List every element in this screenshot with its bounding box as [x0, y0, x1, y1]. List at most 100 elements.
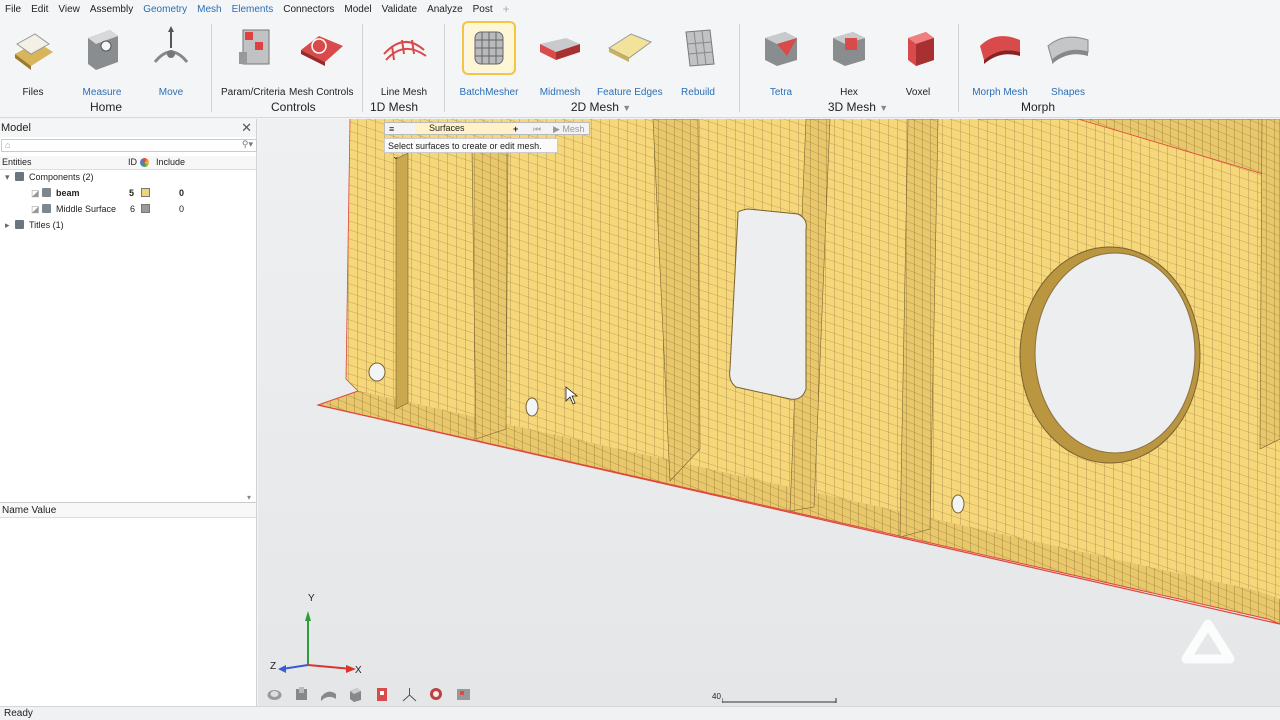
add-tab-icon[interactable]: +: [503, 2, 510, 16]
visibility-icon[interactable]: ◪: [31, 188, 40, 199]
add-icon[interactable]: +: [513, 124, 518, 134]
menu-model[interactable]: Model: [344, 4, 371, 15]
move-icon: [153, 26, 189, 63]
skip-back-icon[interactable]: ⏮: [533, 124, 541, 135]
group-separator: [958, 24, 959, 112]
voxel-tool[interactable]: Voxel: [886, 24, 950, 100]
morph-mesh-tool[interactable]: Morph Mesh: [968, 24, 1032, 100]
midmesh-tool[interactable]: Midmesh: [528, 24, 592, 100]
color-wheel-icon: [140, 158, 149, 167]
mesh-controls-icon: [301, 36, 343, 66]
search-input[interactable]: ⌂ ⚲▾: [1, 139, 257, 152]
menu-mesh[interactable]: Mesh: [197, 4, 221, 15]
zoom-view-icon[interactable]: [320, 686, 337, 703]
components-folder-icon: [15, 172, 24, 181]
ribbon: Files Measure Move Home Param/Criteria M…: [0, 18, 1280, 118]
menu-assembly[interactable]: Assembly: [90, 4, 133, 15]
visibility-icon[interactable]: ◪: [31, 204, 40, 215]
tree-item-middle-surface[interactable]: ◪ Middle Surface 6 0: [0, 202, 256, 217]
cube-view-icon[interactable]: [347, 686, 364, 703]
col-include[interactable]: Include: [156, 157, 185, 167]
color-swatch[interactable]: [141, 188, 150, 197]
voxel-icon: [908, 32, 934, 66]
mesh-controls-label: Mesh Controls: [289, 87, 354, 98]
tree-node-titles[interactable]: ▸ Titles (1): [0, 218, 256, 233]
mesh-step-label: Mesh: [562, 124, 585, 134]
close-icon[interactable]: ✕: [241, 120, 252, 136]
measure-tool[interactable]: Measure: [70, 24, 134, 100]
col-id[interactable]: ID: [128, 157, 137, 167]
graphics-viewport[interactable]: Y Z X: [258, 119, 1280, 706]
status-text: Ready: [4, 708, 33, 719]
tree-item-beam[interactable]: ◪ beam 5 0: [0, 186, 256, 201]
group-3d-mesh-label[interactable]: 3D Mesh ▼: [823, 100, 893, 114]
line-mesh-icon: [383, 39, 427, 61]
menu-file[interactable]: File: [5, 4, 21, 15]
component-icon: [42, 188, 51, 197]
batchmesher-icon: [462, 21, 516, 75]
menu-edit[interactable]: Edit: [31, 4, 48, 15]
shapes-tool[interactable]: Shapes: [1036, 24, 1100, 100]
pan-view-icon[interactable]: [293, 686, 310, 703]
search-icon[interactable]: ⚲▾: [242, 139, 253, 150]
section-view-icon[interactable]: [374, 686, 391, 703]
item-id: 6: [130, 204, 136, 214]
menu-post[interactable]: Post: [473, 4, 493, 15]
hint-text: Select surfaces to create or edit mesh.: [388, 141, 542, 151]
item-include: 0: [179, 188, 185, 198]
group-separator: [444, 24, 445, 112]
menu-geometry[interactable]: Geometry: [143, 4, 187, 15]
mesh-step[interactable]: ▶ Mesh: [553, 124, 584, 135]
rebuild-tool[interactable]: Rebuild: [666, 24, 730, 100]
color-swatch[interactable]: [141, 204, 150, 213]
menu-view[interactable]: View: [58, 4, 80, 15]
zoom-fit-icon[interactable]: [428, 686, 445, 703]
menu-icon[interactable]: ≡: [389, 124, 394, 134]
menu-elements[interactable]: Elements: [232, 4, 274, 15]
midmesh-label: Midmesh: [539, 87, 581, 98]
model-browser: Model ✕ ⌂ ⚲▾ Entities ID Include ▾ Compo…: [0, 119, 257, 706]
axis-z-label: Z: [270, 661, 277, 672]
group-morph-label: Morph: [1020, 100, 1055, 114]
hex-label: Hex: [840, 87, 858, 98]
group-separator: [362, 24, 363, 112]
tetra-tool[interactable]: Tetra: [749, 24, 813, 100]
menu-validate[interactable]: Validate: [382, 4, 417, 15]
param-criteria-tool[interactable]: Param/Criteria: [221, 24, 285, 100]
rotate-view-icon[interactable]: [266, 686, 283, 703]
menu-analyze[interactable]: Analyze: [427, 4, 463, 15]
chevron-down-icon[interactable]: ⌄: [392, 151, 400, 161]
feature-edges-icon: [607, 33, 653, 62]
hex-tool[interactable]: Hex: [817, 24, 881, 100]
surfaces-selector[interactable]: Surfaces: [415, 123, 515, 134]
batchmesher-tool[interactable]: BatchMesher: [457, 21, 521, 100]
measure-icon: [88, 30, 118, 70]
menu-connectors[interactable]: Connectors: [283, 4, 334, 15]
feature-edges-tool[interactable]: Feature Edges: [597, 24, 663, 100]
group-2d-mesh-label[interactable]: 2D Mesh ▼: [566, 100, 636, 114]
display-options-icon[interactable]: [455, 686, 472, 703]
col-entities[interactable]: Entities: [2, 157, 32, 167]
surfaces-label: Surfaces: [429, 123, 465, 133]
line-mesh-tool[interactable]: Line Mesh: [372, 24, 436, 100]
measure-label: Measure: [82, 87, 122, 98]
item-name: beam: [56, 188, 80, 198]
expand-icon[interactable]: ▾: [5, 172, 10, 183]
move-tool[interactable]: Move: [139, 24, 203, 100]
group-separator: [211, 24, 212, 112]
axes-view-icon[interactable]: [401, 686, 418, 703]
view-controls: [266, 686, 472, 704]
home-icon: ⌂: [5, 140, 11, 150]
expand-icon[interactable]: ▸: [5, 220, 10, 231]
item-id: 5: [129, 188, 135, 198]
voxel-label: Voxel: [905, 87, 931, 98]
axis-y-label: Y: [308, 593, 315, 604]
mesh-controls-tool[interactable]: Mesh Controls: [289, 24, 353, 100]
midmesh-icon: [540, 38, 580, 60]
tree-node-components[interactable]: ▾ Components (2): [0, 170, 256, 185]
splitter-handle-icon[interactable]: ▾: [247, 493, 251, 502]
axis-x-label: X: [355, 665, 362, 676]
scale-value: 40: [712, 692, 721, 701]
files-tool[interactable]: Files: [1, 24, 65, 100]
batchmesher-label: BatchMesher: [459, 87, 519, 98]
